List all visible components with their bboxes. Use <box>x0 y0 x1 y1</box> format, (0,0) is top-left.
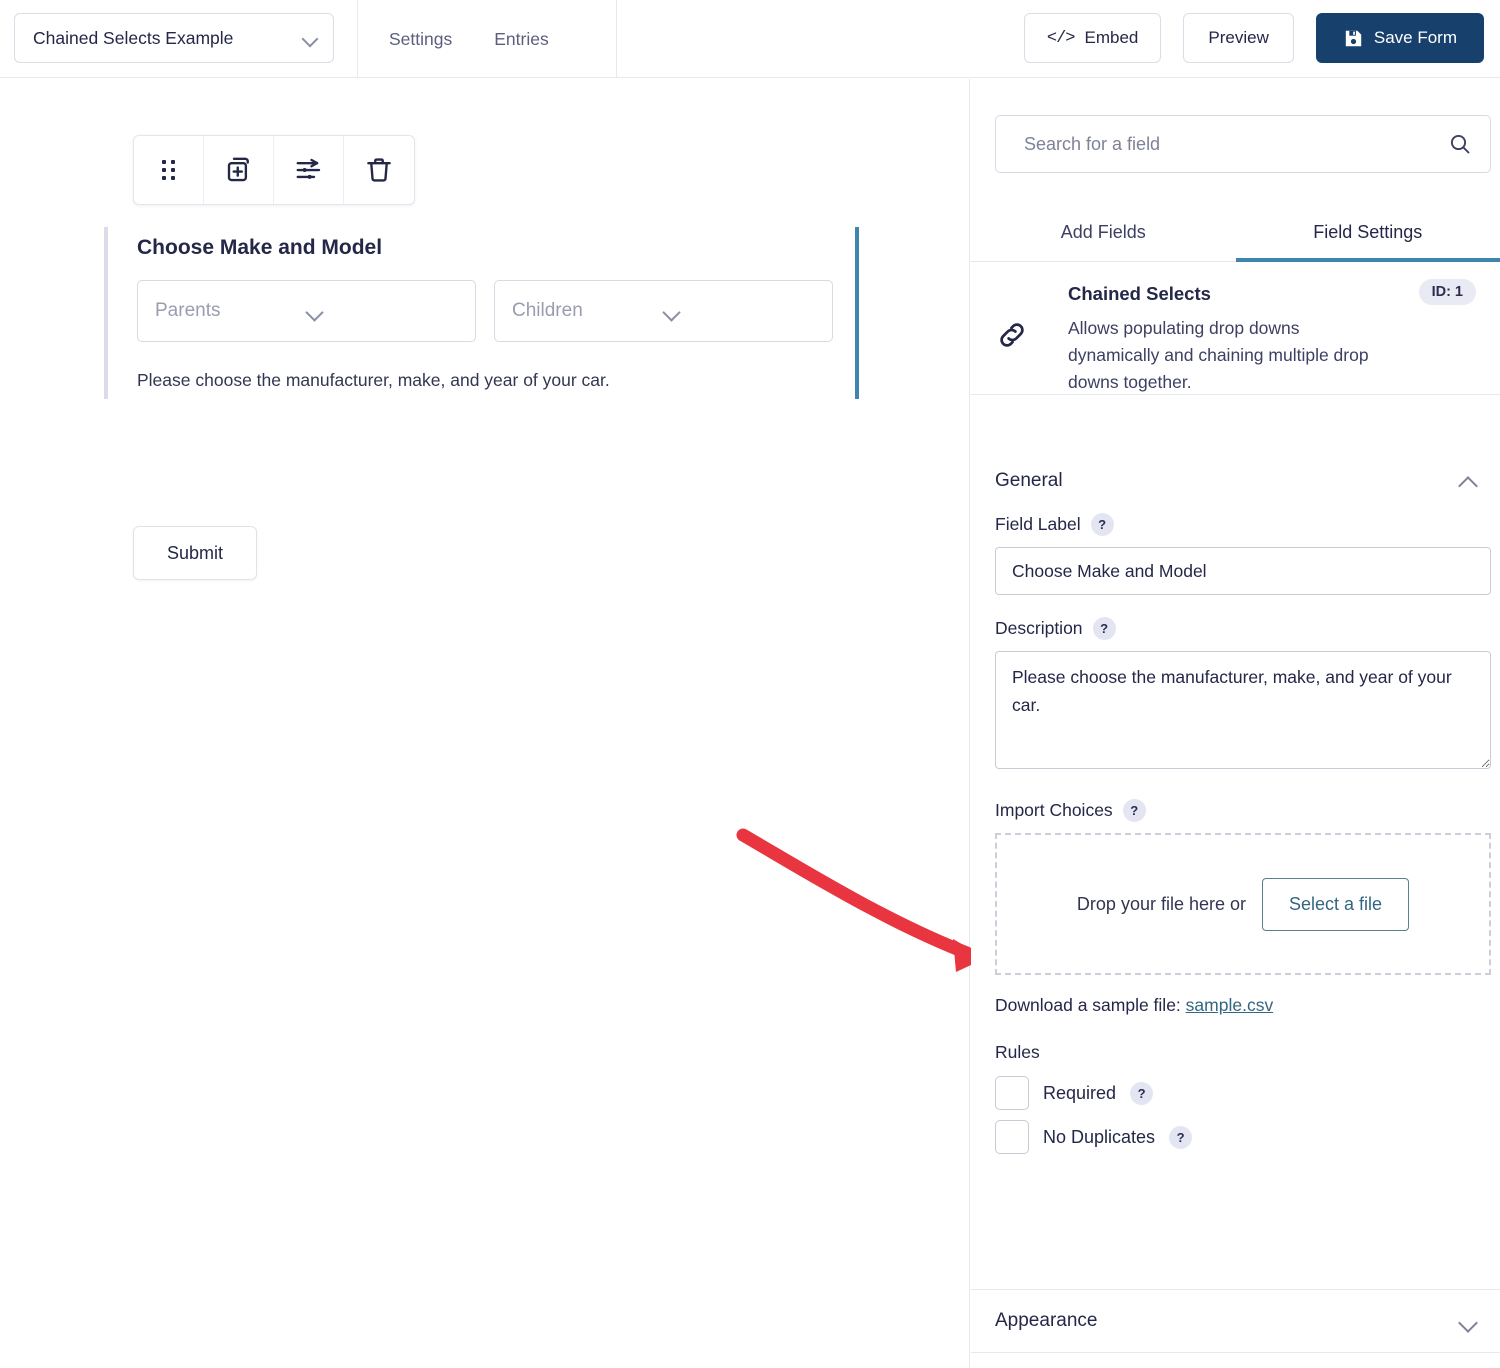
save-form-button-label: Save Form <box>1374 28 1457 48</box>
drag-handle-button[interactable] <box>134 136 204 204</box>
field-id-badge: ID: 1 <box>1419 279 1476 305</box>
submit-button[interactable]: Submit <box>133 526 257 580</box>
chevron-down-icon <box>1460 1313 1476 1329</box>
drag-handle-icon <box>162 160 175 180</box>
field-type-description: Allows populating drop downs dynamically… <box>1068 315 1383 396</box>
help-icon[interactable]: ? <box>1123 799 1146 822</box>
chevron-down-icon <box>303 30 319 46</box>
duplicate-icon <box>224 155 254 185</box>
tab-add-fields[interactable]: Add Fields <box>971 204 1236 261</box>
panel-tabs: Add Fields Field Settings <box>971 204 1500 262</box>
help-icon[interactable]: ? <box>1093 617 1116 640</box>
top-bar: Chained Selects Example Settings Entries… <box>0 0 1500 78</box>
field-label-preview: Choose Make and Model <box>137 236 382 260</box>
sliders-icon <box>294 155 324 185</box>
top-navigation: Settings Entries <box>357 0 549 78</box>
top-actions: </> Embed Preview Save Form <box>1024 13 1484 63</box>
select-a-file-label: Select a file <box>1289 894 1382 915</box>
field-type-title: Chained Selects <box>1068 283 1211 305</box>
tab-field-settings-label: Field Settings <box>1313 222 1422 243</box>
chevron-down-icon <box>664 303 816 319</box>
embed-button-label: Embed <box>1085 28 1139 48</box>
form-switcher-dropdown[interactable]: Chained Selects Example <box>14 13 334 63</box>
description-title: Description <box>995 618 1083 639</box>
duplicate-field-button[interactable] <box>204 136 274 204</box>
field-label-row: Field Label ? <box>971 513 1500 536</box>
description-textarea[interactable]: Please choose the manufacturer, make, an… <box>995 651 1491 769</box>
code-icon: </> <box>1047 29 1075 48</box>
help-icon[interactable]: ? <box>1130 1082 1153 1105</box>
field-label-title: Field Label <box>995 514 1081 535</box>
required-checkbox[interactable] <box>995 1076 1029 1110</box>
chevron-down-icon <box>307 303 459 319</box>
import-choices-row: Import Choices ? <box>971 799 1500 822</box>
preview-button[interactable]: Preview <box>1183 13 1293 63</box>
field-action-toolbar <box>133 135 415 205</box>
submit-button-label: Submit <box>167 543 223 564</box>
tab-field-settings[interactable]: Field Settings <box>1236 204 1500 261</box>
children-select-placeholder: Children <box>512 300 664 322</box>
children-select[interactable]: Children <box>494 280 833 342</box>
rule-no-duplicates-row: No Duplicates ? <box>971 1115 1500 1159</box>
parents-select[interactable]: Parents <box>137 280 476 342</box>
search-icon <box>1448 132 1472 156</box>
file-dropzone[interactable]: Drop your file here or Select a file <box>995 833 1491 975</box>
preview-button-label: Preview <box>1208 28 1268 48</box>
section-header-appearance[interactable]: Appearance <box>971 1289 1500 1353</box>
rule-required-row: Required ? <box>971 1071 1500 1115</box>
import-choices-title: Import Choices <box>995 800 1113 821</box>
form-field-preview[interactable]: Choose Make and Model Parents Children P… <box>104 227 859 399</box>
section-appearance-title: Appearance <box>995 1310 1460 1332</box>
embed-button[interactable]: </> Embed <box>1024 13 1161 63</box>
select-a-file-button[interactable]: Select a file <box>1262 878 1409 931</box>
trash-icon <box>364 155 394 185</box>
rules-title: Rules <box>971 1042 1500 1063</box>
link-icon <box>995 318 1029 352</box>
description-row: Description ? <box>971 617 1500 640</box>
chained-selects-row: Parents Children <box>137 280 833 342</box>
tab-add-fields-label: Add Fields <box>1061 222 1146 243</box>
no-duplicates-checkbox[interactable] <box>995 1120 1029 1154</box>
top-divider-right <box>616 0 617 78</box>
field-label-input[interactable] <box>995 547 1491 595</box>
no-duplicates-label: No Duplicates <box>1043 1127 1155 1148</box>
delete-field-button[interactable] <box>344 136 414 204</box>
section-general-title: General <box>995 470 1460 492</box>
section-header-general[interactable]: General <box>971 449 1500 513</box>
required-label: Required <box>1043 1083 1116 1104</box>
save-icon <box>1343 28 1364 49</box>
help-icon[interactable]: ? <box>1091 513 1114 536</box>
help-icon[interactable]: ? <box>1169 1126 1192 1149</box>
field-search[interactable] <box>995 115 1491 173</box>
dropzone-text: Drop your file here or <box>1077 894 1246 915</box>
form-canvas: Choose Make and Model Parents Children P… <box>0 79 970 1368</box>
sample-file-row: Download a sample file: sample.csv <box>971 995 1500 1016</box>
sample-csv-link[interactable]: sample.csv <box>1186 995 1274 1015</box>
sample-file-prefix: Download a sample file: <box>995 995 1181 1015</box>
field-settings-button[interactable] <box>274 136 344 204</box>
general-section-body: Field Label ? Description ? Please choos… <box>971 513 1500 1159</box>
parents-select-placeholder: Parents <box>155 300 307 322</box>
field-settings-panel: Add Fields Field Settings Chained Select… <box>971 79 1500 1368</box>
nav-item-entries[interactable]: Entries <box>494 29 548 50</box>
nav-item-settings[interactable]: Settings <box>389 29 452 50</box>
field-description-preview: Please choose the manufacturer, make, an… <box>137 370 610 391</box>
chevron-up-icon <box>1460 473 1476 489</box>
form-switcher-label: Chained Selects Example <box>33 28 303 49</box>
save-form-button[interactable]: Save Form <box>1316 13 1484 63</box>
search-input[interactable] <box>1022 133 1448 156</box>
field-type-info: Chained Selects Allows populating drop d… <box>971 262 1500 395</box>
